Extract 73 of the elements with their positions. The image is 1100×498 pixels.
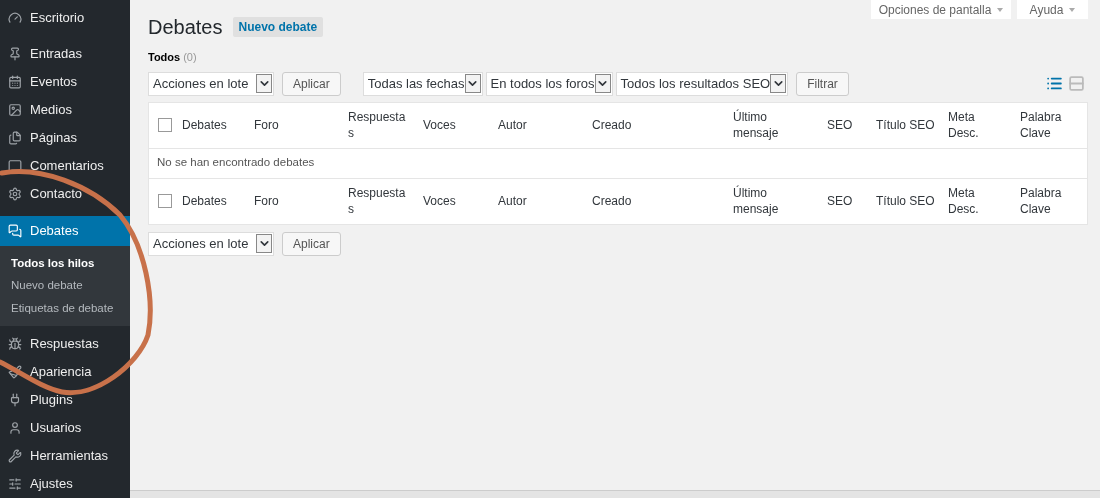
page-title: Debates — [148, 15, 223, 40]
sidebar-item[interactable]: Eventos — [0, 68, 130, 96]
gauge-icon — [8, 11, 22, 25]
column-header[interactable]: Palabra Clave — [1020, 109, 1081, 141]
dropdown[interactable]: En todos los foros — [485, 71, 613, 96]
column-header[interactable]: Respuesta s — [348, 185, 411, 217]
brush-icon — [8, 364, 22, 379]
column-header[interactable]: Creado — [592, 117, 721, 133]
sidebar-item[interactable]: Entradas — [0, 40, 130, 68]
sidebar-item[interactable]: Ajustes — [0, 469, 130, 498]
calendar-icon — [8, 75, 22, 89]
image-icon — [8, 103, 22, 117]
sidebar-item[interactable]: Apariencia — [0, 357, 130, 386]
column-header[interactable]: Debates — [182, 193, 242, 209]
sidebar-item[interactable]: Debates — [0, 216, 130, 246]
sidebar-item[interactable]: Plugins — [0, 385, 130, 414]
column-header[interactable]: Palabra Clave — [1020, 185, 1081, 217]
sidebar-item[interactable]: Páginas — [0, 124, 130, 152]
column-header[interactable]: SEO — [827, 117, 864, 133]
empty-message: No se han encontrado debates — [157, 155, 315, 171]
column-header[interactable]: Meta Desc. — [948, 109, 1008, 141]
sidebar-item[interactable]: Usuarios — [0, 413, 130, 442]
column-header[interactable]: Voces — [423, 117, 486, 133]
caret-icon — [997, 7, 1004, 12]
wrench-icon — [8, 448, 22, 463]
column-header[interactable]: Título SEO — [876, 193, 936, 209]
sidebar-item[interactable]: Contacto — [0, 180, 130, 208]
column-header[interactable]: Título SEO — [876, 117, 936, 133]
list-view-icon[interactable] — [1046, 75, 1063, 92]
column-header[interactable]: Foro — [254, 117, 336, 133]
column-header[interactable]: Debates — [182, 117, 242, 133]
column-header[interactable]: Foro — [254, 193, 336, 209]
column-header[interactable]: Meta Desc. — [948, 185, 1008, 217]
screen-tab[interactable]: Ayuda — [1017, 0, 1088, 19]
bug-icon — [8, 336, 22, 351]
caret-icon — [1069, 7, 1076, 12]
column-header[interactable]: Último mensaje — [733, 109, 815, 141]
sidebar-item[interactable]: Comentarios — [0, 152, 130, 180]
sidebar-item[interactable]: Escritorio — [0, 4, 130, 32]
submenu-item[interactable]: Etiquetas de debate — [0, 297, 130, 320]
submenu-item[interactable]: Todos los hilos — [0, 252, 130, 275]
select-all-checkbox[interactable] — [157, 118, 172, 132]
dropdown[interactable]: Todas las fechas — [362, 71, 483, 96]
filter-link[interactable]: Todos — [148, 49, 181, 66]
plug-icon — [8, 392, 22, 407]
sidebar-item[interactable]: Medios — [0, 96, 130, 124]
sidebar-item[interactable]: Herramientas — [0, 441, 130, 470]
select-all-checkbox[interactable] — [157, 194, 172, 208]
submenu-item[interactable]: Nuevo debate — [0, 274, 130, 297]
column-header[interactable]: Creado — [592, 193, 721, 209]
screen-tab[interactable]: Opciones de pantalla — [871, 0, 1011, 19]
excerpt-view-icon[interactable] — [1068, 75, 1085, 92]
sidebar-item[interactable]: Respuestas — [0, 329, 130, 358]
filter-button[interactable]: Filtrar — [796, 71, 849, 96]
column-header[interactable]: Voces — [423, 193, 486, 209]
column-header[interactable]: SEO — [827, 193, 864, 209]
column-header[interactable]: Respuesta s — [348, 109, 411, 141]
pin-icon — [8, 47, 22, 61]
chat-bubbles-icon — [8, 224, 22, 238]
dropdown[interactable]: Acciones en lote — [148, 231, 274, 256]
gear-icon — [8, 187, 22, 201]
apply-button[interactable]: Aplicar — [282, 231, 341, 256]
dropdown[interactable]: Acciones en lote — [148, 71, 274, 96]
person-icon — [8, 420, 22, 435]
sliders-icon — [8, 476, 22, 491]
count-label: (0) — [183, 50, 197, 65]
apply-button[interactable]: Aplicar — [282, 71, 341, 96]
dropdown[interactable]: Todos los resultados SEO — [615, 71, 789, 96]
column-header[interactable]: Autor — [498, 193, 580, 209]
pages-icon — [8, 131, 22, 145]
column-header[interactable]: Último mensaje — [733, 185, 815, 217]
column-header[interactable]: Autor — [498, 117, 580, 133]
add-new-button[interactable]: Nuevo debate — [232, 17, 324, 37]
